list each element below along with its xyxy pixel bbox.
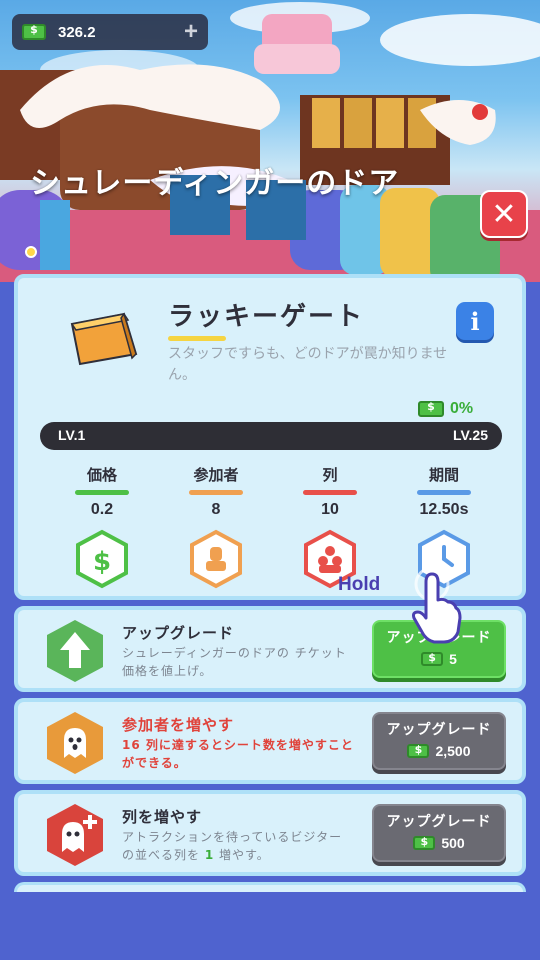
attraction-info-card: ラッキーゲート スタッフですらも、どのドアが罠か知りません。 i 0% LV.1… — [14, 274, 526, 600]
upgrade-description: アトラクションを待っているビジターの並べる列を 1 増やす。 — [122, 828, 354, 864]
progress-percent: 0% — [450, 400, 474, 417]
stat-label: 参加者 — [193, 466, 239, 484]
stat-label: 列 — [322, 466, 338, 484]
description-highlight: 1 — [204, 848, 215, 862]
title-underline — [168, 336, 226, 341]
ghost-icon — [47, 712, 103, 774]
cost-value: 500 — [441, 835, 465, 851]
stat-value: 8 — [211, 501, 221, 518]
ghost-plus-icon — [47, 804, 103, 866]
stat-participants: 参加者 8 — [176, 464, 256, 589]
upgrade-queue-button[interactable]: アップグレード 500 — [372, 804, 506, 862]
info-icon: i — [470, 306, 480, 336]
upgrade-cost: 2,500 — [374, 743, 504, 759]
upgrade-row-queue: 列を増やす アトラクションを待っているビジターの並べる列を 1 増やす。 アップ… — [14, 790, 526, 876]
stat-value: 12.50s — [419, 501, 469, 518]
upgrade-description: シュレーディンガーのドアの チケット価格を値上げ。 — [122, 646, 347, 678]
upgrade-title: アップグレード — [122, 624, 235, 642]
plus-icon[interactable]: + — [184, 18, 198, 46]
level-max: LV.25 — [452, 427, 488, 443]
pointing-hand-icon — [412, 566, 462, 644]
info-button[interactable]: i — [456, 302, 494, 340]
item-description: スタッフですらも、どのドアが罠か知りません。 — [168, 346, 448, 383]
currency-display[interactable]: 326.2 + — [12, 14, 208, 50]
close-icon: ✕ — [491, 196, 517, 232]
next-upgrade-row-edge — [14, 882, 526, 892]
svg-text:$: $ — [93, 547, 111, 577]
cash-icon — [421, 651, 444, 666]
stat-color-line — [303, 490, 357, 495]
upgrade-description: 16 列に達するとシート数を増やすことができる。 — [122, 738, 354, 770]
cash-icon — [413, 835, 436, 850]
attraction-title: シュレーディンガーのドア — [30, 166, 400, 201]
button-label: アップグレード — [386, 814, 492, 830]
cost-value: 2,500 — [435, 743, 471, 759]
stat-value: 10 — [321, 501, 339, 518]
cash-icon — [407, 743, 430, 758]
cash-icon — [418, 400, 444, 417]
location-marker — [25, 246, 37, 258]
button-label: アップグレード — [386, 722, 492, 738]
level-min: LV.1 — [58, 427, 86, 443]
stat-color-line — [189, 490, 243, 495]
stat-color-line — [417, 490, 471, 495]
arrow-up-icon — [47, 620, 103, 682]
stat-price: 価格 0.2 $ — [62, 464, 142, 589]
cost-value: 5 — [449, 651, 457, 667]
stat-value: 0.2 — [90, 501, 114, 518]
attraction-scene: 326.2 + シュレーディンガーのドア ✕ — [0, 0, 540, 282]
person-icon — [190, 529, 242, 589]
stat-label: 価格 — [86, 466, 117, 484]
gate-item-icon — [70, 312, 138, 366]
upgrade-title: 参加者を増やす — [122, 716, 235, 734]
upgrade-participants-button[interactable]: アップグレード 2,500 — [372, 712, 506, 770]
level-progress: 0% — [418, 400, 473, 418]
upgrade-cost: 500 — [374, 835, 504, 851]
upgrade-row-participants: 参加者を増やす 16 列に達するとシート数を増やすことができる。 アップグレード… — [14, 698, 526, 784]
stat-queue: 列 10 — [290, 464, 370, 589]
stat-label: 期間 — [428, 466, 459, 484]
stat-color-line — [75, 490, 129, 495]
item-name: ラッキーゲート — [168, 302, 365, 332]
currency-amount: 326.2 — [58, 23, 96, 41]
upgrade-cost: 5 — [374, 651, 504, 667]
upgrade-title: 列を増やす — [122, 808, 203, 826]
dollar-icon: $ — [76, 529, 128, 589]
cash-icon — [22, 23, 46, 40]
tutorial-hold-label: Hold — [338, 574, 381, 595]
description-text: 増やす。 — [214, 848, 270, 862]
level-bar: LV.1 LV.25 — [40, 422, 502, 450]
close-button[interactable]: ✕ — [480, 190, 528, 238]
